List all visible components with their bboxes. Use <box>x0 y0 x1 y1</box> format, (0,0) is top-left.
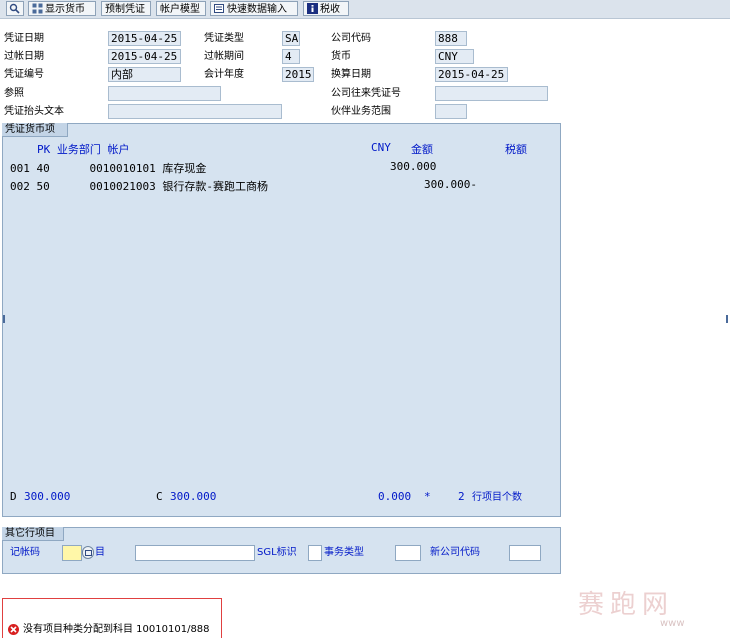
company-code-label: 公司代码 <box>331 33 371 44</box>
new-company-label: 新公司代码 <box>430 547 480 558</box>
transaction-type-label: 事务类型 <box>324 547 364 558</box>
table-row[interactable]: 001 40 0010010101 库存现金 <box>10 160 206 176</box>
doc-type-field[interactable]: SA <box>282 31 300 46</box>
display-currency-button[interactable]: 显示货币 <box>28 1 96 16</box>
account-input[interactable] <box>135 545 255 561</box>
partner-area-field[interactable] <box>435 104 467 119</box>
balance-value: 0.000 <box>378 490 412 503</box>
header-text-label: 凭证抬头文本 <box>4 106 64 117</box>
doc-date-label: 凭证日期 <box>4 33 44 44</box>
other-items-tab[interactable]: 其它行项目 <box>2 527 64 541</box>
translation-date-label: 换算日期 <box>331 69 371 80</box>
value-help-icon <box>85 550 92 556</box>
period-label: 过帐期间 <box>204 51 244 62</box>
posting-key-label: 记帐码 <box>10 547 40 558</box>
find-icon <box>9 3 20 14</box>
watermark-sub: www <box>660 618 685 629</box>
posting-date-field[interactable]: 2015-04-25 <box>108 49 181 64</box>
column-header-cny: CNY <box>371 141 391 154</box>
sgl-input[interactable] <box>308 545 322 561</box>
status-message[interactable]: 没有项目种类分配到科目 10010101/888 <box>23 623 210 637</box>
balance-status: * <box>424 490 431 503</box>
fiscal-year-field[interactable]: 2015 <box>282 67 314 82</box>
doc-number-field: 内部 <box>108 67 181 82</box>
intercompany-label: 公司往来凭证号 <box>331 88 401 99</box>
translation-date-field[interactable]: 2015-04-25 <box>435 67 508 82</box>
fast-data-entry-button[interactable]: 快速数据输入 <box>210 1 298 16</box>
tax-label: 税收 <box>320 4 340 15</box>
watermark: 赛跑网 <box>578 590 675 620</box>
posting-key-input[interactable] <box>62 545 82 561</box>
debit-total: 300.000 <box>24 490 71 503</box>
error-icon <box>8 624 19 635</box>
park-document-label: 预制凭证 <box>105 4 145 15</box>
fast-data-entry-label: 快速数据输入 <box>227 4 287 15</box>
column-header-tax: 税额 <box>505 143 527 156</box>
currency-label: 货币 <box>331 51 351 62</box>
fiscal-year-label: 会计年度 <box>204 69 244 80</box>
credit-indicator: C <box>156 490 163 503</box>
partner-area-label: 伙伴业务范围 <box>331 106 391 117</box>
debit-indicator: D <box>10 490 17 503</box>
account-model-label: 帐户模型 <box>160 4 200 15</box>
tax-button[interactable]: 税收 <box>303 1 349 16</box>
posting-date-label: 过帐日期 <box>4 51 44 62</box>
splitter-handle-left[interactable] <box>0 315 5 323</box>
column-header-amount: 金额 <box>411 143 433 156</box>
display-currency-label: 显示货币 <box>45 4 85 15</box>
fast-entry-icon <box>214 4 224 13</box>
row-amount: 300.000- <box>424 178 477 191</box>
account-model-button[interactable]: 帐户模型 <box>156 1 206 16</box>
items-panel-tab[interactable]: 凭证货币项 <box>2 123 68 137</box>
period-field[interactable]: 4 <box>282 49 300 64</box>
reference-label: 参照 <box>4 88 24 99</box>
intercompany-field[interactable] <box>435 86 548 101</box>
new-company-input[interactable] <box>509 545 541 561</box>
header-text-field[interactable] <box>108 104 282 119</box>
item-count-label: 行项目个数 <box>472 492 522 503</box>
reference-field[interactable] <box>108 86 221 101</box>
splitter-handle[interactable] <box>726 315 730 323</box>
table-row[interactable]: 002 50 0010021003 银行存款-赛跑工商杨 <box>10 178 268 194</box>
item-count: 2 <box>458 490 465 503</box>
display-currency-icon <box>32 3 43 14</box>
application-toolbar: 显示货币 预制凭证 帐户模型 快速数据输入 税收 <box>0 0 730 19</box>
currency-field[interactable]: CNY <box>435 49 474 64</box>
sgl-label: SGL标识 <box>257 547 297 558</box>
doc-type-label: 凭证类型 <box>204 33 244 44</box>
info-icon <box>307 3 318 14</box>
posting-key-help-button[interactable] <box>82 546 94 559</box>
find-button[interactable] <box>6 1 24 16</box>
park-document-button[interactable]: 预制凭证 <box>101 1 151 16</box>
account-label: 目 <box>95 547 105 558</box>
company-code-field[interactable]: 888 <box>435 31 467 46</box>
doc-number-label: 凭证编号 <box>4 69 44 80</box>
column-header-pk-account: PK 业务部门 帐户 <box>37 143 130 156</box>
transaction-type-input[interactable] <box>395 545 421 561</box>
credit-total: 300.000 <box>170 490 217 503</box>
row-amount: 300.000 <box>390 160 437 173</box>
doc-date-field[interactable]: 2015-04-25 <box>108 31 181 46</box>
